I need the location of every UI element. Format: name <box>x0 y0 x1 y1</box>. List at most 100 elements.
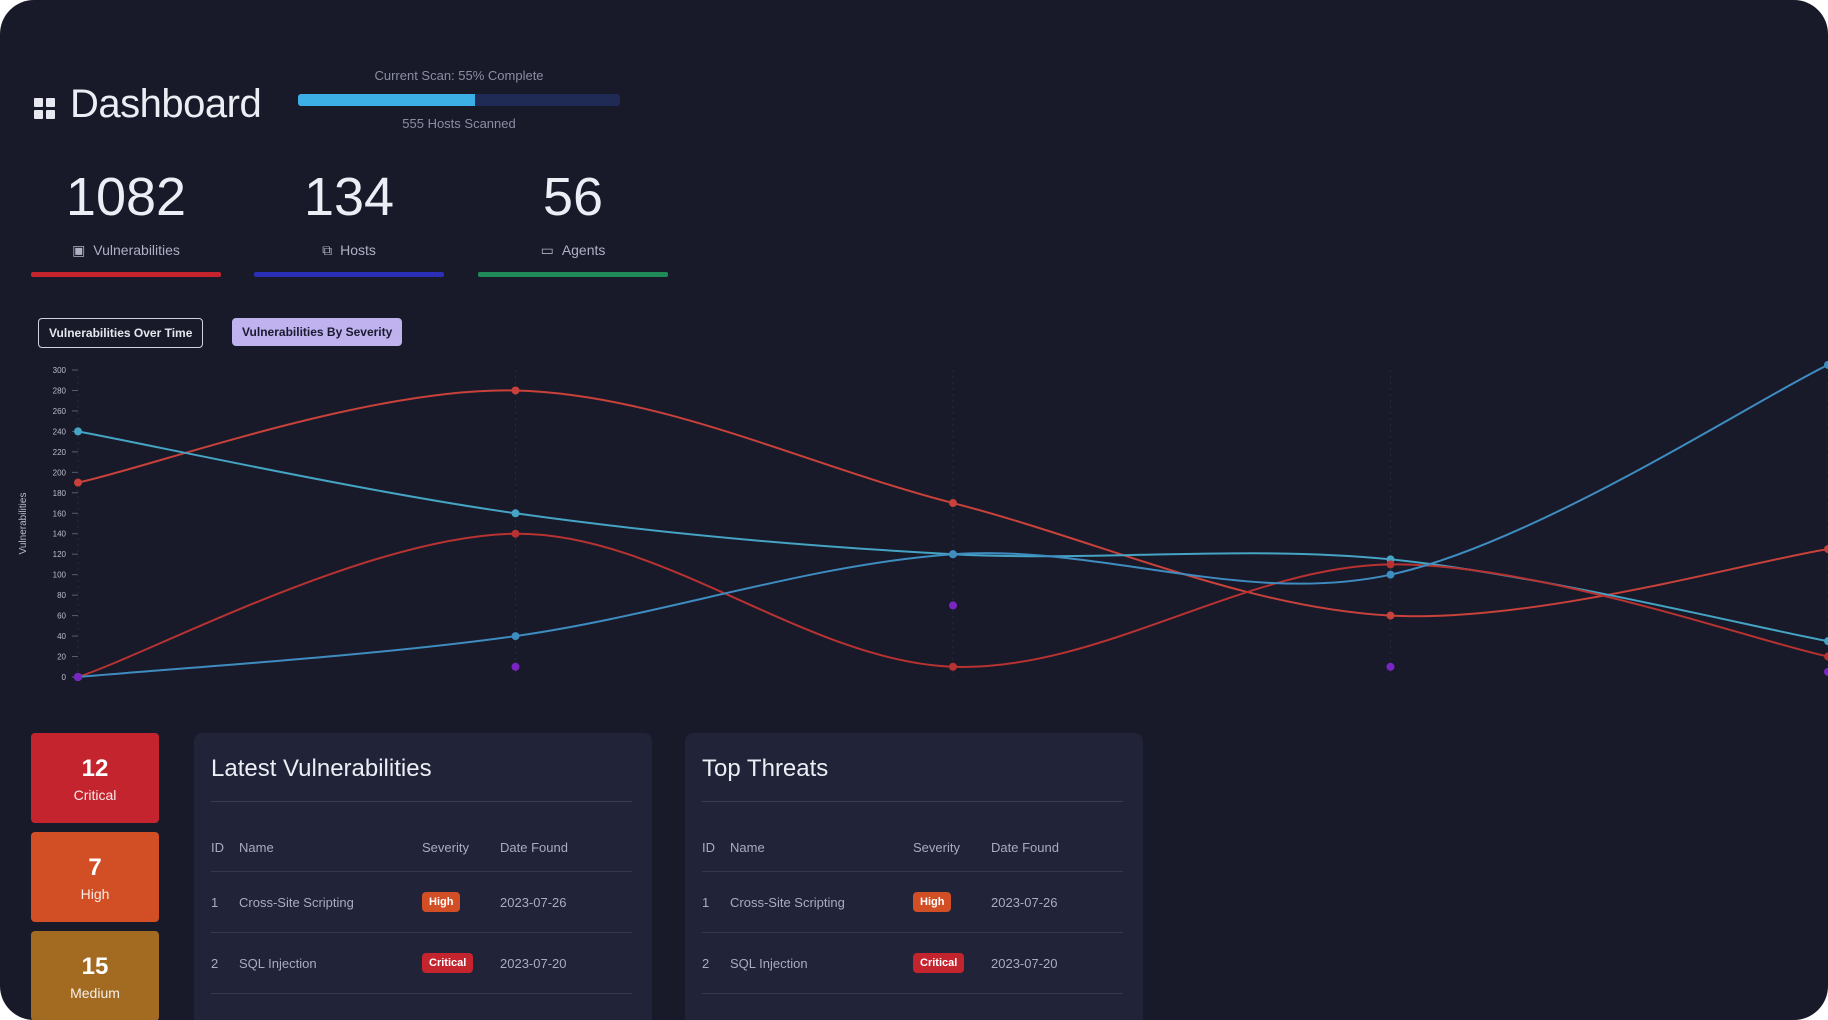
cell-date: 2023-07-20 <box>991 932 1123 994</box>
stat-hosts[interactable]: 134 ⧉ Hosts <box>254 167 444 277</box>
column-header[interactable]: ID <box>702 823 730 872</box>
panel-title: Latest Vulnerabilities <box>211 755 432 782</box>
stat-value: 134 <box>303 167 395 227</box>
y-tick-label: 200 <box>53 468 67 477</box>
dashboard-window: Dashboard Current Scan: 55% Complete 555… <box>0 0 1828 1020</box>
server-icon: ⧉ <box>322 242 333 258</box>
stat-vulnerabilities[interactable]: 1082 ▣ Vulnerabilities <box>31 167 221 277</box>
table-row[interactable]: 1 Cross-Site Scripting High 2023-07-26 <box>211 871 632 933</box>
stat-underline <box>254 272 444 277</box>
cell-id: 2 <box>211 932 239 994</box>
data-point <box>1386 611 1395 620</box>
y-tick-label: 0 <box>62 673 67 682</box>
data-point <box>1386 662 1395 671</box>
stat-label: Agents <box>561 242 606 258</box>
severity-badge: Critical <box>913 953 965 973</box>
data-point <box>511 662 520 671</box>
cell-id: 1 <box>211 871 239 933</box>
y-tick-label: 140 <box>53 530 67 539</box>
y-tick-label: 20 <box>57 653 66 662</box>
top-threats-table: ID Name Severity Date Found 1 Cross-Site… <box>702 823 1123 994</box>
tab-vulnerabilities-over-time[interactable]: Vulnerabilities Over Time <box>38 318 204 348</box>
data-point <box>1386 570 1395 579</box>
column-header[interactable]: Severity <box>913 823 991 872</box>
table-header-row: ID Name Severity Date Found <box>211 823 632 872</box>
top-threats-panel: Top Threats ID Name Severity Date Found … <box>685 733 1143 1020</box>
severity-critical-card[interactable]: 12 Critical <box>31 733 159 823</box>
cell-name: Cross-Site Scripting <box>730 871 913 933</box>
data-point <box>1824 360 1828 369</box>
table-row[interactable]: 2 SQL Injection Critical 2023-07-20 <box>702 932 1123 994</box>
vulnerabilities-line-chart: 0 20 40 60 80 100 120 140 160 180 200 220 240 260 280 3… <box>18 360 1828 682</box>
stat-value: 1082 <box>65 167 187 227</box>
page-title: Dashboard <box>70 82 262 126</box>
data-point <box>74 427 82 436</box>
y-axis-label: Vulnerabilities <box>18 493 29 555</box>
severity-badge: High <box>422 892 461 912</box>
table-header-row: ID Name Severity Date Found <box>702 823 1123 872</box>
severity-badge: High <box>913 892 952 912</box>
cell-id: 2 <box>702 932 730 994</box>
severity-count: 12 <box>81 755 109 782</box>
column-header[interactable]: Date Found <box>991 823 1123 872</box>
y-tick-label: 280 <box>53 386 67 395</box>
column-header[interactable]: Name <box>239 823 422 872</box>
data-point <box>74 478 82 487</box>
divider <box>211 801 632 802</box>
y-tick-label: 100 <box>53 571 67 580</box>
cell-id: 1 <box>702 871 730 933</box>
dashboard-icon <box>34 98 56 120</box>
data-point <box>1824 652 1828 661</box>
stat-agents[interactable]: 56 ▭ Agents <box>478 170 668 277</box>
severity-label: Medium <box>70 985 120 1001</box>
stat-label: Hosts <box>340 242 376 258</box>
data-point <box>1824 667 1828 676</box>
severity-label: High <box>80 886 110 902</box>
y-tick-label: 300 <box>53 366 67 375</box>
scan-hosts-count: 555 Hosts Scanned <box>402 116 516 131</box>
data-point <box>1824 545 1828 554</box>
severity-medium-card[interactable]: 15 Medium <box>31 931 159 1020</box>
cell-date: 2023-07-20 <box>500 932 632 994</box>
y-tick-label: 160 <box>53 509 67 518</box>
y-tick-label: 260 <box>53 407 67 416</box>
table-row[interactable]: 2 SQL Injection Critical 2023-07-20 <box>211 932 632 994</box>
column-header[interactable]: ID <box>211 823 239 872</box>
data-point <box>511 509 520 518</box>
cell-name: SQL Injection <box>239 932 422 994</box>
monitor-icon: ▭ <box>540 242 554 258</box>
cell-name: Cross-Site Scripting <box>239 871 422 933</box>
data-point <box>511 632 520 641</box>
panel-title: Top Threats <box>702 755 829 782</box>
divider <box>702 801 1123 802</box>
column-header[interactable]: Severity <box>422 823 500 872</box>
severity-count: 7 <box>88 854 102 881</box>
column-header[interactable]: Date Found <box>500 823 632 872</box>
data-point <box>1386 560 1395 569</box>
column-header[interactable]: Name <box>730 823 913 872</box>
latest-vulnerabilities-panel: Latest Vulnerabilities ID Name Severity … <box>194 733 652 1020</box>
y-tick-label: 220 <box>53 448 67 457</box>
scan-progress-fill <box>298 94 476 106</box>
data-point <box>511 529 520 538</box>
series-line <box>77 430 1828 643</box>
bug-icon: ▣ <box>72 242 86 258</box>
scan-progress-bar <box>298 94 620 106</box>
y-tick-label: 60 <box>57 612 66 621</box>
scan-status: Current Scan: 55% Complete <box>374 68 544 83</box>
tab-vulnerabilities-by-severity[interactable]: Vulnerabilities By Severity <box>232 318 403 346</box>
table-row[interactable]: 1 Cross-Site Scripting High 2023-07-26 <box>702 871 1123 933</box>
severity-badge: Critical <box>422 953 474 973</box>
stat-underline <box>478 272 668 277</box>
data-point <box>1824 637 1828 646</box>
y-tick-label: 40 <box>57 632 66 641</box>
stat-underline <box>31 272 221 277</box>
severity-high-card[interactable]: 7 High <box>31 832 159 922</box>
y-tick-label: 120 <box>53 550 67 559</box>
severity-label: Critical <box>73 787 117 803</box>
data-point <box>949 550 957 559</box>
cell-date: 2023-07-26 <box>991 871 1123 933</box>
stat-label: Vulnerabilities <box>93 242 180 258</box>
data-point <box>511 386 520 395</box>
severity-count: 15 <box>81 953 109 980</box>
